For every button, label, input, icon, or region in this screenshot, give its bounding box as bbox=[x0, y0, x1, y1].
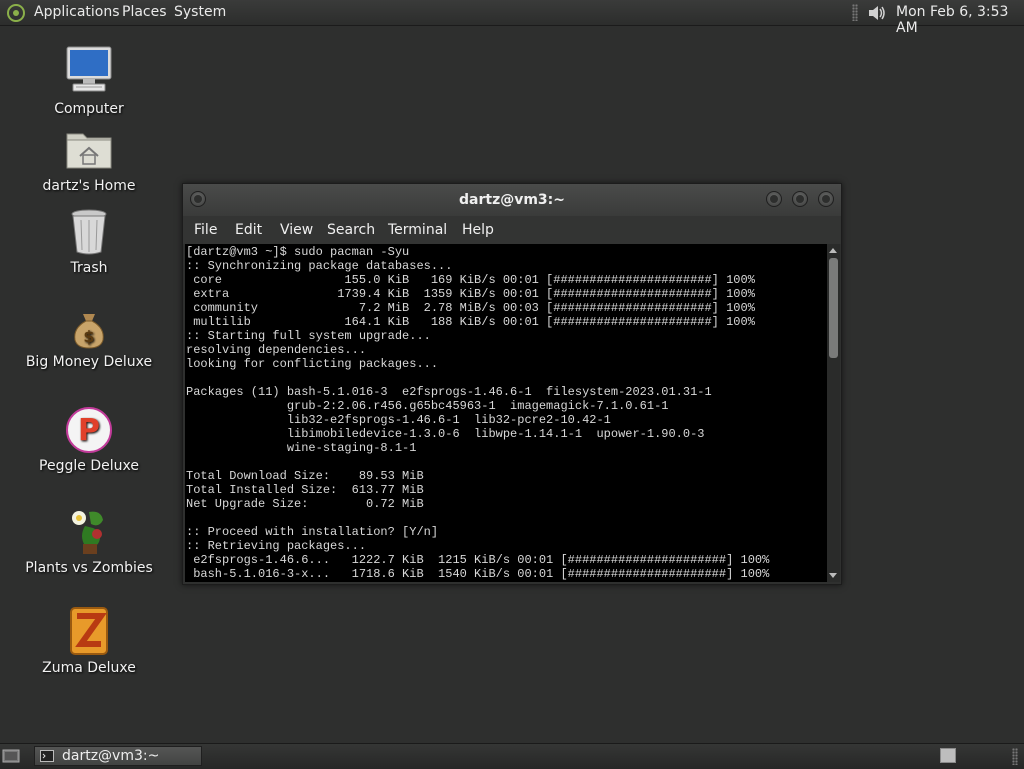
menu-search[interactable]: Search bbox=[327, 222, 375, 238]
terminal-line: e2fsprogs-1.46.6... 1222.7 KiB 1215 KiB/… bbox=[193, 553, 770, 567]
gnome-foot-icon[interactable] bbox=[6, 3, 26, 23]
desktop-icon-trash[interactable]: Trash bbox=[14, 208, 164, 276]
terminal-line: [dartz@vm3 ~]$ sudo pacman -Syu bbox=[186, 245, 410, 259]
menu-terminal[interactable]: Terminal bbox=[388, 222, 447, 238]
window-title: dartz@vm3:~ bbox=[459, 192, 565, 208]
terminal-line: :: Starting full system upgrade... bbox=[186, 329, 431, 343]
home-folder-icon bbox=[66, 133, 112, 169]
terminal-line: Total Download Size: 89.53 MiB bbox=[186, 469, 424, 483]
terminal-text: [dartz@vm3 ~]$ sudo pacman -Syu :: Synch… bbox=[185, 244, 827, 581]
scroll-up-arrow-icon[interactable] bbox=[829, 248, 837, 253]
desktop-icon-computer[interactable]: Computer bbox=[14, 45, 164, 117]
desktop-icon-big-money[interactable]: $ Big Money Deluxe bbox=[14, 310, 164, 370]
desktop-icon-label: Plants vs Zombies bbox=[25, 560, 153, 576]
zuma-icon bbox=[70, 607, 108, 655]
terminal-line: :: Proceed with installation? [Y/n] bbox=[186, 525, 439, 539]
window-titlebar[interactable]: dartz@vm3:~ bbox=[183, 184, 841, 216]
terminal-line: grub-2:2.06.r456.g65bc45963-1 imagemagic… bbox=[286, 399, 669, 413]
clock[interactable]: Mon Feb 6, 3:53 AM bbox=[896, 4, 1024, 36]
desktop-icon-home[interactable]: dartz's Home bbox=[14, 126, 164, 194]
terminal-scrollbar[interactable] bbox=[827, 244, 840, 582]
desktop-icon-label: Computer bbox=[54, 101, 124, 117]
terminal-line: :: Synchronizing package databases... bbox=[186, 259, 453, 273]
desktop-icon-zuma[interactable]: Zuma Deluxe bbox=[14, 606, 164, 676]
terminal-icon bbox=[40, 750, 54, 762]
menu-system[interactable]: System bbox=[174, 4, 226, 20]
volume-icon[interactable] bbox=[866, 2, 888, 24]
panel-separator bbox=[852, 4, 858, 21]
terminal-line: lib32-e2fsprogs-1.46.6-1 lib32-pcre2-10.… bbox=[286, 413, 611, 427]
bottom-panel: dartz@vm3:~ bbox=[0, 743, 1024, 769]
terminal-line: bash-5.1.016-3-x... 1718.6 KiB 1540 KiB/… bbox=[193, 567, 770, 581]
maximize-icon[interactable] bbox=[792, 191, 808, 207]
taskbar-window-label: dartz@vm3:~ bbox=[62, 748, 160, 764]
desktop-icon-label: dartz's Home bbox=[42, 178, 136, 194]
terminal-line: looking for conflicting packages... bbox=[186, 357, 439, 371]
desktop-icon-label: Big Money Deluxe bbox=[25, 354, 153, 370]
peggle-icon: P bbox=[66, 407, 112, 453]
menu-places[interactable]: Places bbox=[122, 4, 167, 20]
menu-help[interactable]: Help bbox=[462, 222, 494, 238]
scroll-thumb[interactable] bbox=[829, 258, 838, 358]
terminal-output[interactable]: [dartz@vm3 ~]$ sudo pacman -Syu :: Synch… bbox=[185, 244, 827, 582]
desktop-icon-label: Trash bbox=[70, 260, 108, 276]
terminal-line: wine-staging-8.1-1 bbox=[286, 441, 417, 455]
terminal-line: multilib 164.1 KiB 188 KiB/s 00:01 [####… bbox=[193, 315, 755, 329]
panel-separator bbox=[1012, 748, 1018, 765]
terminal-line: Packages (11) bash-5.1.016-3 e2fsprogs-1… bbox=[186, 385, 712, 399]
menu-view[interactable]: View bbox=[280, 222, 313, 238]
top-panel: Applications Places System Mon Feb 6, 3:… bbox=[0, 0, 1024, 36]
minimize-icon[interactable] bbox=[766, 191, 782, 207]
desktop-icon-peggle[interactable]: P Peggle Deluxe bbox=[14, 406, 164, 474]
desktop-icon-label: Peggle Deluxe bbox=[39, 458, 139, 474]
close-icon[interactable] bbox=[818, 191, 834, 207]
terminal-menubar: File Edit View Search Terminal Help bbox=[183, 216, 841, 244]
scroll-down-arrow-icon[interactable] bbox=[829, 573, 837, 578]
menu-applications[interactable]: Applications bbox=[34, 4, 120, 20]
terminal-line: community 7.2 MiB 2.78 MiB/s 00:03 [####… bbox=[193, 301, 755, 315]
money-bag-icon: $ bbox=[74, 314, 104, 349]
terminal-line: :: Retrieving packages... bbox=[186, 539, 367, 553]
terminal-line: Net Upgrade Size: 0.72 MiB bbox=[186, 497, 424, 511]
desktop-icon-plants-vs-zombies[interactable]: Plants vs Zombies bbox=[14, 506, 164, 576]
menu-file[interactable]: File bbox=[194, 222, 217, 238]
terminal-window: dartz@vm3:~ File Edit View Search Termin… bbox=[182, 183, 842, 585]
terminal-line: extra 1739.4 KiB 1359 KiB/s 00:01 [#####… bbox=[193, 287, 755, 301]
terminal-line: resolving dependencies... bbox=[186, 343, 367, 357]
terminal-line: libimobiledevice-1.3.0-6 libwpe-1.14.1-1… bbox=[286, 427, 705, 441]
computer-icon bbox=[66, 46, 112, 92]
plants-vs-zombies-icon bbox=[72, 511, 103, 554]
svg-text:$: $ bbox=[83, 327, 94, 346]
menu-edit[interactable]: Edit bbox=[235, 222, 262, 238]
svg-text:P: P bbox=[78, 413, 100, 448]
desktop-icon-label: Zuma Deluxe bbox=[42, 660, 136, 676]
terminal-line: core 155.0 KiB 169 KiB/s 00:01 [########… bbox=[193, 273, 755, 287]
trash-icon bbox=[71, 209, 107, 255]
terminal-line: Total Installed Size: 613.77 MiB bbox=[186, 483, 424, 497]
show-desktop-icon[interactable] bbox=[2, 748, 20, 764]
taskbar-window-button[interactable]: dartz@vm3:~ bbox=[34, 746, 202, 766]
workspace-switcher[interactable] bbox=[940, 748, 956, 763]
